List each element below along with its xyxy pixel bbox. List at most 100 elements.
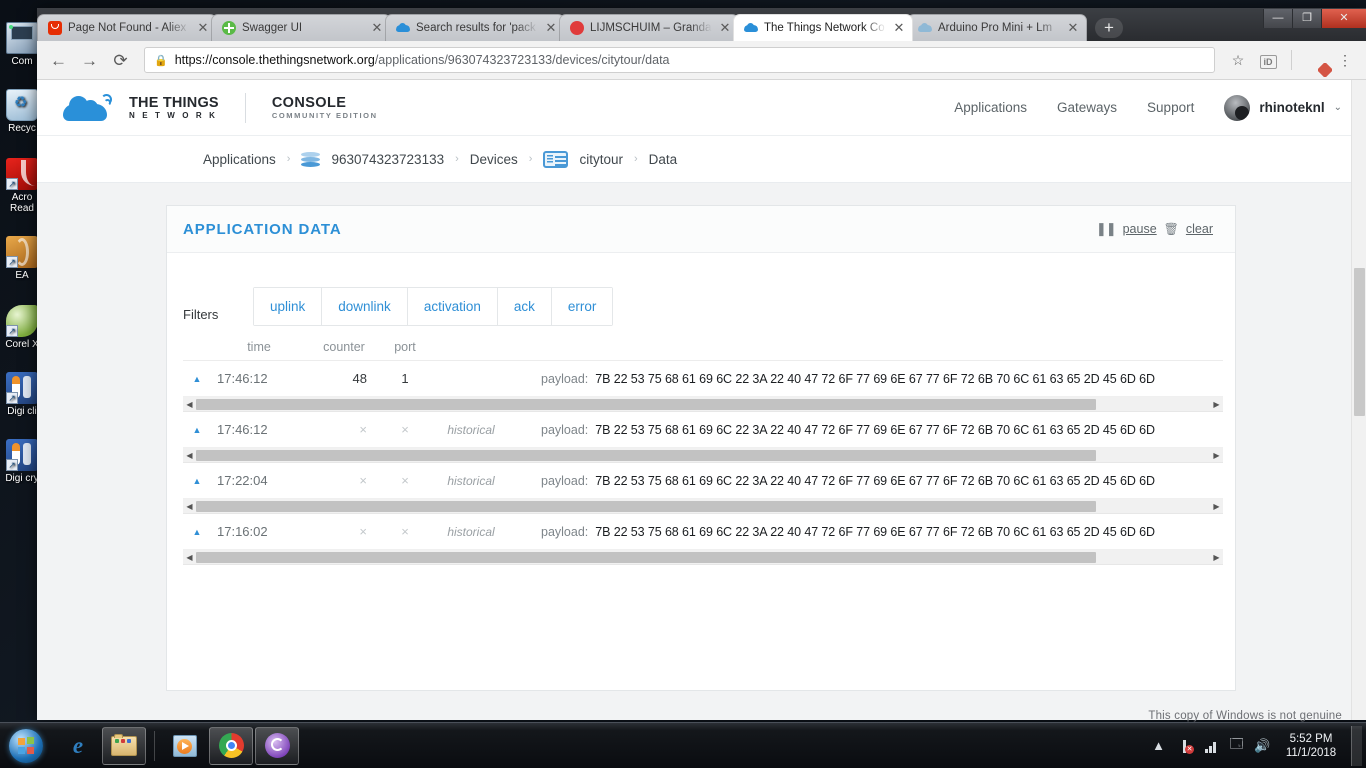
scroll-right-arrow-icon[interactable]: ▶ — [1210, 501, 1223, 511]
taskbar-google-chrome[interactable] — [209, 726, 253, 765]
close-window-button[interactable]: ✕ — [1321, 9, 1366, 28]
nav-gateways[interactable]: Gateways — [1057, 100, 1117, 115]
action-center-icon[interactable]: 🗔 — [1228, 735, 1245, 757]
breadcrumb-application-id[interactable]: 963074323723133 — [331, 152, 444, 167]
row-content[interactable]: ▲ 17:22:04 × × historical payload: 7B 22… — [183, 463, 1223, 499]
table-row[interactable]: ▲ 17:46:12 48 1 payload: 7B 22 53 75 68 … — [183, 361, 1223, 412]
scrollbar-thumb[interactable] — [196, 398, 1096, 410]
page-vertical-scrollbar[interactable] — [1351, 80, 1366, 720]
tab-close-icon[interactable]: ✕ — [718, 20, 732, 36]
scroll-right-arrow-icon[interactable]: ▶ — [1210, 450, 1223, 460]
clock-time: 5:52 PM — [1289, 732, 1333, 745]
chrome-menu-icon[interactable]: ⋮ — [1332, 52, 1358, 69]
scroll-left-arrow-icon[interactable]: ◀ — [183, 399, 196, 409]
browser-tab-1[interactable]: Page Not Found - Aliex ✕ — [37, 14, 217, 41]
device-icon — [543, 150, 569, 168]
bookmark-star-icon[interactable]: ☆ — [1225, 52, 1251, 69]
cell-counter: 48 — [352, 371, 367, 386]
tab-close-icon[interactable]: ✕ — [1066, 20, 1080, 36]
browser-tab-5-active[interactable]: The Things Network Co ✕ — [733, 14, 913, 41]
expand-row-icon[interactable]: ▲ — [183, 527, 211, 537]
taskbar-clock[interactable]: 5:52 PM 11/1/2018 — [1280, 732, 1342, 760]
scroll-right-arrow-icon[interactable]: ▶ — [1210, 552, 1223, 562]
nav-applications[interactable]: Applications — [954, 100, 1027, 115]
file-explorer-icon — [111, 733, 137, 756]
minimize-button[interactable]: — — [1263, 9, 1292, 28]
user-menu[interactable]: rhinoteknl ⌄ — [1224, 94, 1342, 121]
clear-button[interactable]: clear — [1186, 222, 1213, 236]
expand-row-icon[interactable]: ▲ — [183, 476, 211, 486]
ttn-brand[interactable]: THE THINGS N E T W O R K CONSOLE COMMUNI… — [63, 92, 378, 124]
filter-ack[interactable]: ack — [497, 288, 552, 325]
tab-close-icon[interactable]: ✕ — [892, 20, 906, 36]
taskbar-internet-explorer[interactable]: e — [56, 727, 100, 765]
network-error-icon[interactable]: ✕ — [1176, 738, 1194, 755]
reload-button[interactable]: ⟳ — [107, 47, 134, 74]
taskbar-bittorrent[interactable] — [255, 726, 299, 765]
chevron-down-icon: ⌄ — [1333, 102, 1342, 113]
breadcrumb-data[interactable]: Data — [649, 152, 678, 167]
breadcrumb-applications[interactable]: Applications — [203, 152, 276, 167]
forward-button[interactable]: → — [76, 47, 103, 74]
show-hidden-icons-icon[interactable]: ▲ — [1150, 738, 1167, 753]
filter-downlink[interactable]: downlink — [322, 288, 408, 325]
google-chrome-icon — [218, 733, 244, 758]
scroll-left-arrow-icon[interactable]: ◀ — [183, 501, 196, 511]
expand-row-icon[interactable]: ▲ — [183, 374, 211, 384]
table-row[interactable]: ▲ 17:22:04 × × historical payload: 7B 22… — [183, 463, 1223, 514]
table-row[interactable]: ▲ 17:46:12 × × historical payload: 7B 22… — [183, 412, 1223, 463]
windows-taskbar: e ▲ ✕ 🗔 🔊 5:52 PM 11/1/2018 — [0, 722, 1366, 768]
clock-date: 11/1/2018 — [1285, 746, 1337, 759]
row-content[interactable]: ▲ 17:46:12 48 1 payload: 7B 22 53 75 68 … — [183, 361, 1223, 397]
start-button[interactable] — [0, 726, 52, 766]
orcid-extension-icon[interactable]: iD — [1255, 52, 1281, 69]
ttn-cloud-icon — [396, 21, 410, 35]
row-horizontal-scrollbar[interactable]: ◀ ▶ — [183, 499, 1223, 514]
filter-error[interactable]: error — [551, 288, 613, 325]
taskbar-media-player[interactable] — [163, 727, 207, 765]
scroll-right-arrow-icon[interactable]: ▶ — [1210, 399, 1223, 409]
browser-tab-3[interactable]: Search results for 'pack ✕ — [385, 14, 565, 41]
shortcut-arrow-icon: ↗ — [6, 256, 18, 268]
tab-close-icon[interactable]: ✕ — [370, 20, 384, 36]
show-desktop-button[interactable] — [1351, 725, 1362, 766]
scroll-left-arrow-icon[interactable]: ◀ — [183, 552, 196, 562]
breadcrumb-device-name[interactable]: citytour — [579, 152, 623, 167]
signal-icon[interactable] — [1202, 738, 1219, 753]
breadcrumb-devices[interactable]: Devices — [470, 152, 518, 167]
address-bar[interactable]: 🔒 https://console.thethingsnetwork.org/a… — [144, 47, 1215, 73]
row-content[interactable]: ▲ 17:16:02 × × historical payload: 7B 22… — [183, 514, 1223, 550]
cell-historical: historical — [447, 473, 495, 488]
avatar — [1224, 94, 1251, 121]
filter-activation[interactable]: activation — [407, 288, 498, 325]
back-button[interactable]: ← — [45, 47, 72, 74]
pause-icon[interactable]: ❚❚ — [1096, 221, 1117, 237]
data-rows: ▲ 17:46:12 48 1 payload: 7B 22 53 75 68 … — [183, 360, 1223, 565]
scrollbar-thumb[interactable] — [196, 500, 1096, 512]
scrollbar-thumb[interactable] — [196, 449, 1096, 461]
row-horizontal-scrollbar[interactable]: ◀ ▶ — [183, 448, 1223, 463]
trash-icon[interactable]: 🗑 — [1164, 222, 1179, 236]
browser-tab-6[interactable]: Arduino Pro Mini + Lm ✕ — [907, 14, 1087, 41]
volume-icon[interactable]: 🔊 — [1254, 738, 1271, 754]
scrollbar-thumb[interactable] — [196, 551, 1096, 563]
tab-close-icon[interactable]: ✕ — [196, 20, 210, 36]
cell-time: 17:16:02 — [217, 524, 268, 539]
table-row[interactable]: ▲ 17:16:02 × × historical payload: 7B 22… — [183, 514, 1223, 565]
scroll-left-arrow-icon[interactable]: ◀ — [183, 450, 196, 460]
computer-icon — [6, 22, 38, 54]
new-tab-button[interactable]: + — [1095, 17, 1123, 38]
maximize-button[interactable]: ❐ — [1292, 9, 1321, 28]
row-horizontal-scrollbar[interactable]: ◀ ▶ — [183, 397, 1223, 412]
expand-row-icon[interactable]: ▲ — [183, 425, 211, 435]
filter-uplink[interactable]: uplink — [254, 288, 323, 325]
taskbar-file-explorer[interactable] — [102, 726, 146, 765]
browser-tab-4[interactable]: LIJMSCHUIM – Grandac ✕ — [559, 14, 739, 41]
pause-button[interactable]: pause — [1123, 222, 1157, 236]
tab-close-icon[interactable]: ✕ — [544, 20, 558, 36]
browser-tab-2[interactable]: Swagger UI ✕ — [211, 14, 391, 41]
nav-support[interactable]: Support — [1147, 100, 1194, 115]
row-horizontal-scrollbar[interactable]: ◀ ▶ — [183, 550, 1223, 565]
scrollbar-thumb[interactable] — [1354, 268, 1365, 416]
row-content[interactable]: ▲ 17:46:12 × × historical payload: 7B 22… — [183, 412, 1223, 448]
